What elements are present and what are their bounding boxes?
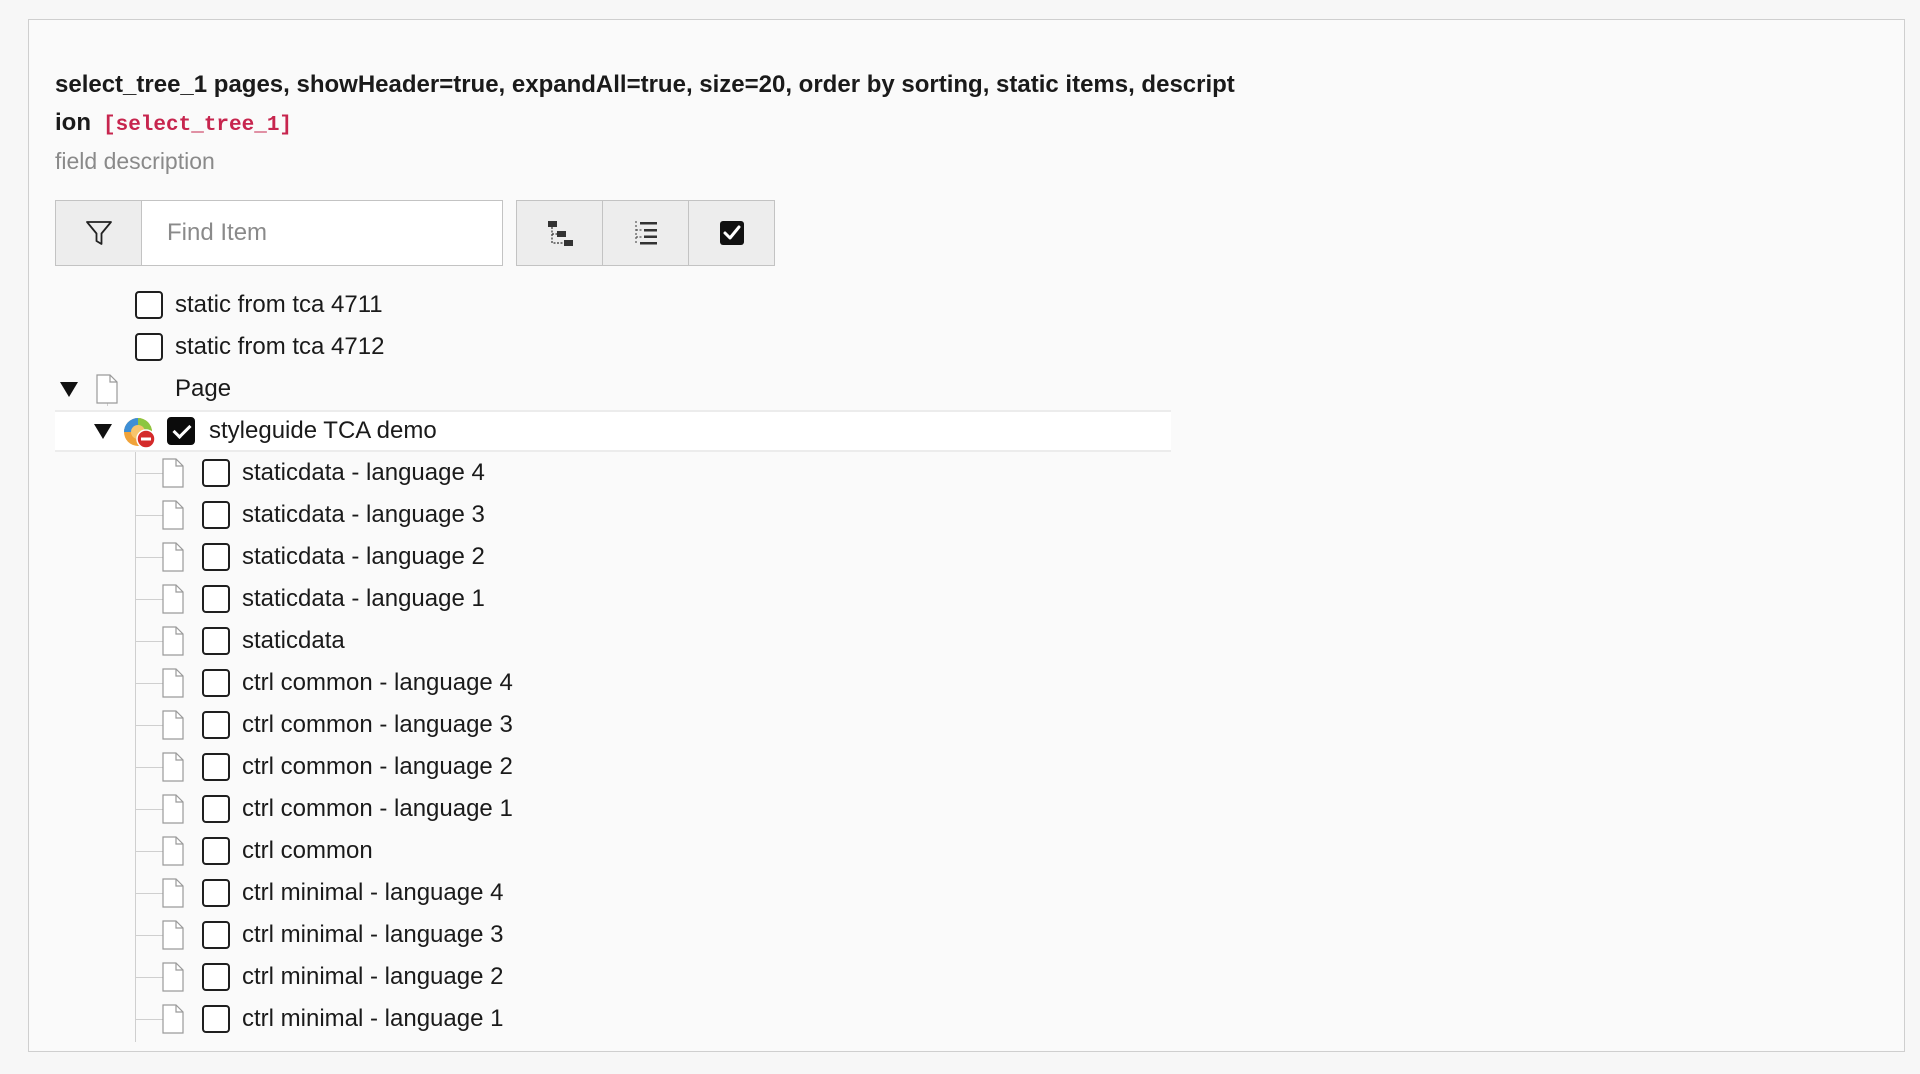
node-checkbox[interactable] [202,669,230,697]
node-label: ctrl common [242,837,373,864]
tree-node-page-root[interactable]: Page [55,368,1171,410]
tree-node-child[interactable]: ctrl common - language 4 [55,662,1171,704]
node-label: ctrl minimal - language 2 [242,963,504,990]
node-checkbox[interactable] [202,795,230,823]
node-label: ctrl common - language 2 [242,753,513,780]
page-icon [162,542,184,572]
page-icon [162,668,184,698]
tree-node-child[interactable]: ctrl minimal - language 2 [55,956,1171,998]
node-checkbox[interactable] [202,963,230,991]
checkbox-checked-icon [719,221,744,245]
list-tree-icon [634,221,657,245]
filter-icon [85,221,112,245]
node-label: staticdata - language 2 [242,543,485,570]
site-root-icon [124,418,156,449]
tree-node-static-4711[interactable]: static from tca 4711 [55,284,1171,326]
tree-node-child[interactable]: ctrl minimal - language 4 [55,872,1171,914]
tree-node-child[interactable]: staticdata - language 1 [55,578,1171,620]
node-label: static from tca 4711 [175,291,383,318]
page-icon [162,836,184,866]
page-icon [162,1004,184,1034]
form-field-panel: select_tree_1 pages, showHeader=true, ex… [28,19,1905,1052]
page-icon [162,878,184,908]
tree-node-child[interactable]: staticdata - language 3 [55,494,1171,536]
tree-toolbar [55,200,1195,266]
node-label: ctrl minimal - language 1 [242,1005,504,1032]
tree-node-child[interactable]: ctrl common - language 3 [55,704,1171,746]
tree-node-child[interactable]: ctrl common - language 1 [55,788,1171,830]
caret-down-icon [94,424,112,439]
page-icon [162,794,184,824]
tree-node-child[interactable]: ctrl minimal - language 1 [55,998,1171,1040]
node-label: static from tca 4712 [175,333,385,360]
page-icon [162,920,184,950]
show-checked-button[interactable] [689,201,774,265]
tree-node-static-4712[interactable]: static from tca 4712 [55,326,1171,368]
page-icon [162,752,184,782]
field-description: field description [55,148,215,174]
node-label: ctrl common - language 4 [242,669,513,696]
node-label: styleguide TCA demo [209,417,437,444]
tree-viewport: static from tca 4711 static from tca 471… [55,284,1171,1042]
node-label: Page [175,375,232,402]
page-icon [162,626,184,656]
node-checkbox[interactable] [202,543,230,571]
select-tree: static from tca 4711 static from tca 471… [55,200,1231,1042]
node-label: staticdata - language 1 [242,585,485,612]
expand-collapse-all-button[interactable] [517,201,603,265]
tree-node-child[interactable]: staticdata - language 4 [55,452,1171,494]
node-label: staticdata - language 4 [242,459,485,486]
node-checkbox[interactable] [202,711,230,739]
tree-filter-input[interactable] [143,201,502,265]
node-checkbox[interactable] [202,627,230,655]
page-icon [96,374,118,404]
list-view-button[interactable] [603,201,689,265]
tree-node-child[interactable]: staticdata - language 2 [55,536,1171,578]
node-checkbox[interactable] [135,333,163,361]
node-checkbox[interactable] [202,1005,230,1033]
collapse-toggle[interactable] [57,377,81,401]
node-checkbox[interactable] [202,921,230,949]
tree-node-child[interactable]: staticdata [55,620,1171,662]
tree-node-styleguide-tca-demo[interactable]: styleguide TCA demo [55,410,1171,452]
node-checkbox[interactable] [167,417,195,445]
node-checkbox[interactable] [202,753,230,781]
collapse-toggle[interactable] [91,419,115,443]
tree-node-child[interactable]: ctrl common - language 2 [55,746,1171,788]
tree-node-child[interactable]: ctrl common [55,830,1171,872]
tree-filter-group [55,200,503,266]
node-label: staticdata - language 3 [242,501,485,528]
node-label: ctrl common - language 1 [242,795,513,822]
node-checkbox[interactable] [202,585,230,613]
node-checkbox[interactable] [202,459,230,487]
node-label: ctrl common - language 3 [242,711,513,738]
page-icon [162,710,184,740]
tree-structure-icon [547,221,573,246]
tree-node-child[interactable]: ctrl minimal - language 3 [55,914,1171,956]
caret-down-icon [60,382,78,397]
filter-addon [56,201,142,265]
page-icon [162,962,184,992]
field-label: select_tree_1 pages, showHeader=true, ex… [55,66,1235,145]
tree-actions-group [516,200,775,266]
field-code-badge: [select_tree_1] [103,114,293,137]
node-label: staticdata [242,627,345,654]
node-checkbox[interactable] [202,837,230,865]
page-icon [162,500,184,530]
node-label: ctrl minimal - language 3 [242,921,504,948]
node-checkbox[interactable] [202,501,230,529]
page-icon [162,458,184,488]
node-checkbox[interactable] [135,291,163,319]
page-icon [162,584,184,614]
node-checkbox[interactable] [202,879,230,907]
node-label: ctrl minimal - language 4 [242,879,504,906]
